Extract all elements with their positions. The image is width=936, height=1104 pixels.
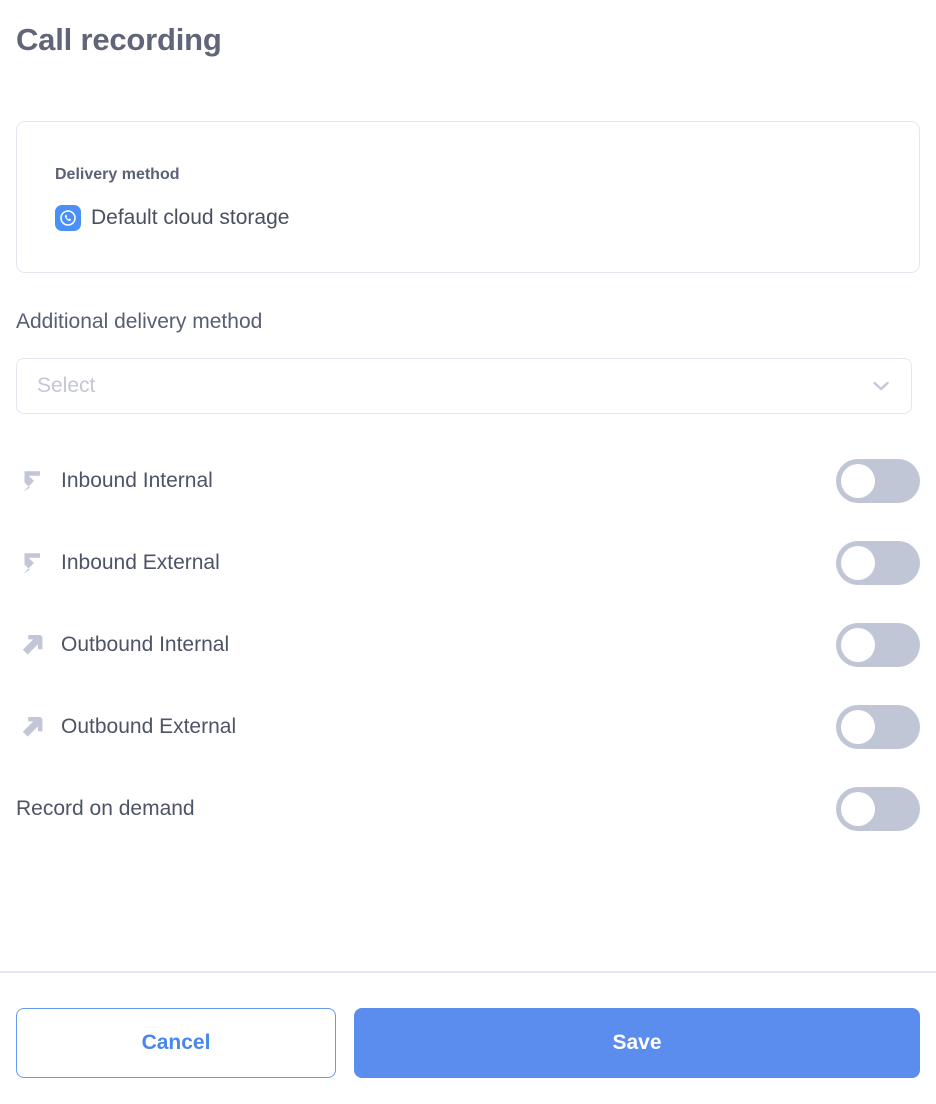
toggle-knob bbox=[841, 628, 875, 662]
row-label: Inbound External bbox=[61, 551, 220, 574]
arrow-inbound-icon bbox=[16, 465, 48, 497]
toggle-inbound-external[interactable] bbox=[836, 541, 920, 585]
cancel-button[interactable]: Cancel bbox=[16, 1008, 336, 1078]
footer-divider bbox=[0, 971, 936, 973]
cloud-phone-icon bbox=[55, 205, 81, 231]
chevron-down-icon[interactable] bbox=[871, 376, 891, 396]
toggle-knob bbox=[841, 464, 875, 498]
row-label: Inbound Internal bbox=[61, 469, 213, 492]
footer-actions: Cancel Save bbox=[0, 1008, 936, 1078]
row-outbound-external: Outbound External bbox=[0, 686, 936, 768]
recording-options-list: Inbound Internal Inbound External Outbou… bbox=[0, 440, 936, 850]
row-record-on-demand: Record on demand bbox=[0, 768, 936, 850]
row-label: Outbound External bbox=[61, 715, 237, 738]
delivery-method-label: Delivery method bbox=[55, 166, 180, 183]
additional-delivery-method-label: Additional delivery method bbox=[16, 310, 263, 333]
additional-delivery-method-placeholder: Select bbox=[37, 374, 96, 397]
page-title: Call recording bbox=[16, 22, 222, 57]
row-inbound-external: Inbound External bbox=[0, 522, 936, 604]
row-label: Record on demand bbox=[16, 797, 195, 820]
save-button[interactable]: Save bbox=[354, 1008, 920, 1078]
toggle-outbound-internal[interactable] bbox=[836, 623, 920, 667]
delivery-method-card: Delivery method Default cloud storage bbox=[16, 121, 920, 273]
toggle-outbound-external[interactable] bbox=[836, 705, 920, 749]
call-recording-settings-page: Call recording Delivery method Default c… bbox=[0, 0, 936, 1104]
additional-delivery-method-select[interactable]: Select bbox=[16, 358, 912, 414]
row-inbound-internal: Inbound Internal bbox=[0, 440, 936, 522]
toggle-knob bbox=[841, 792, 875, 826]
toggle-record-on-demand[interactable] bbox=[836, 787, 920, 831]
toggle-knob bbox=[841, 710, 875, 744]
arrow-inbound-icon bbox=[16, 547, 48, 579]
row-label: Outbound Internal bbox=[61, 633, 230, 656]
toggle-knob bbox=[841, 546, 875, 580]
row-outbound-internal: Outbound Internal bbox=[0, 604, 936, 686]
delivery-method-value: Default cloud storage bbox=[91, 206, 290, 229]
toggle-inbound-internal[interactable] bbox=[836, 459, 920, 503]
arrow-outbound-icon bbox=[16, 711, 48, 743]
arrow-outbound-icon bbox=[16, 629, 48, 661]
delivery-method-value-row: Default cloud storage bbox=[55, 205, 289, 231]
